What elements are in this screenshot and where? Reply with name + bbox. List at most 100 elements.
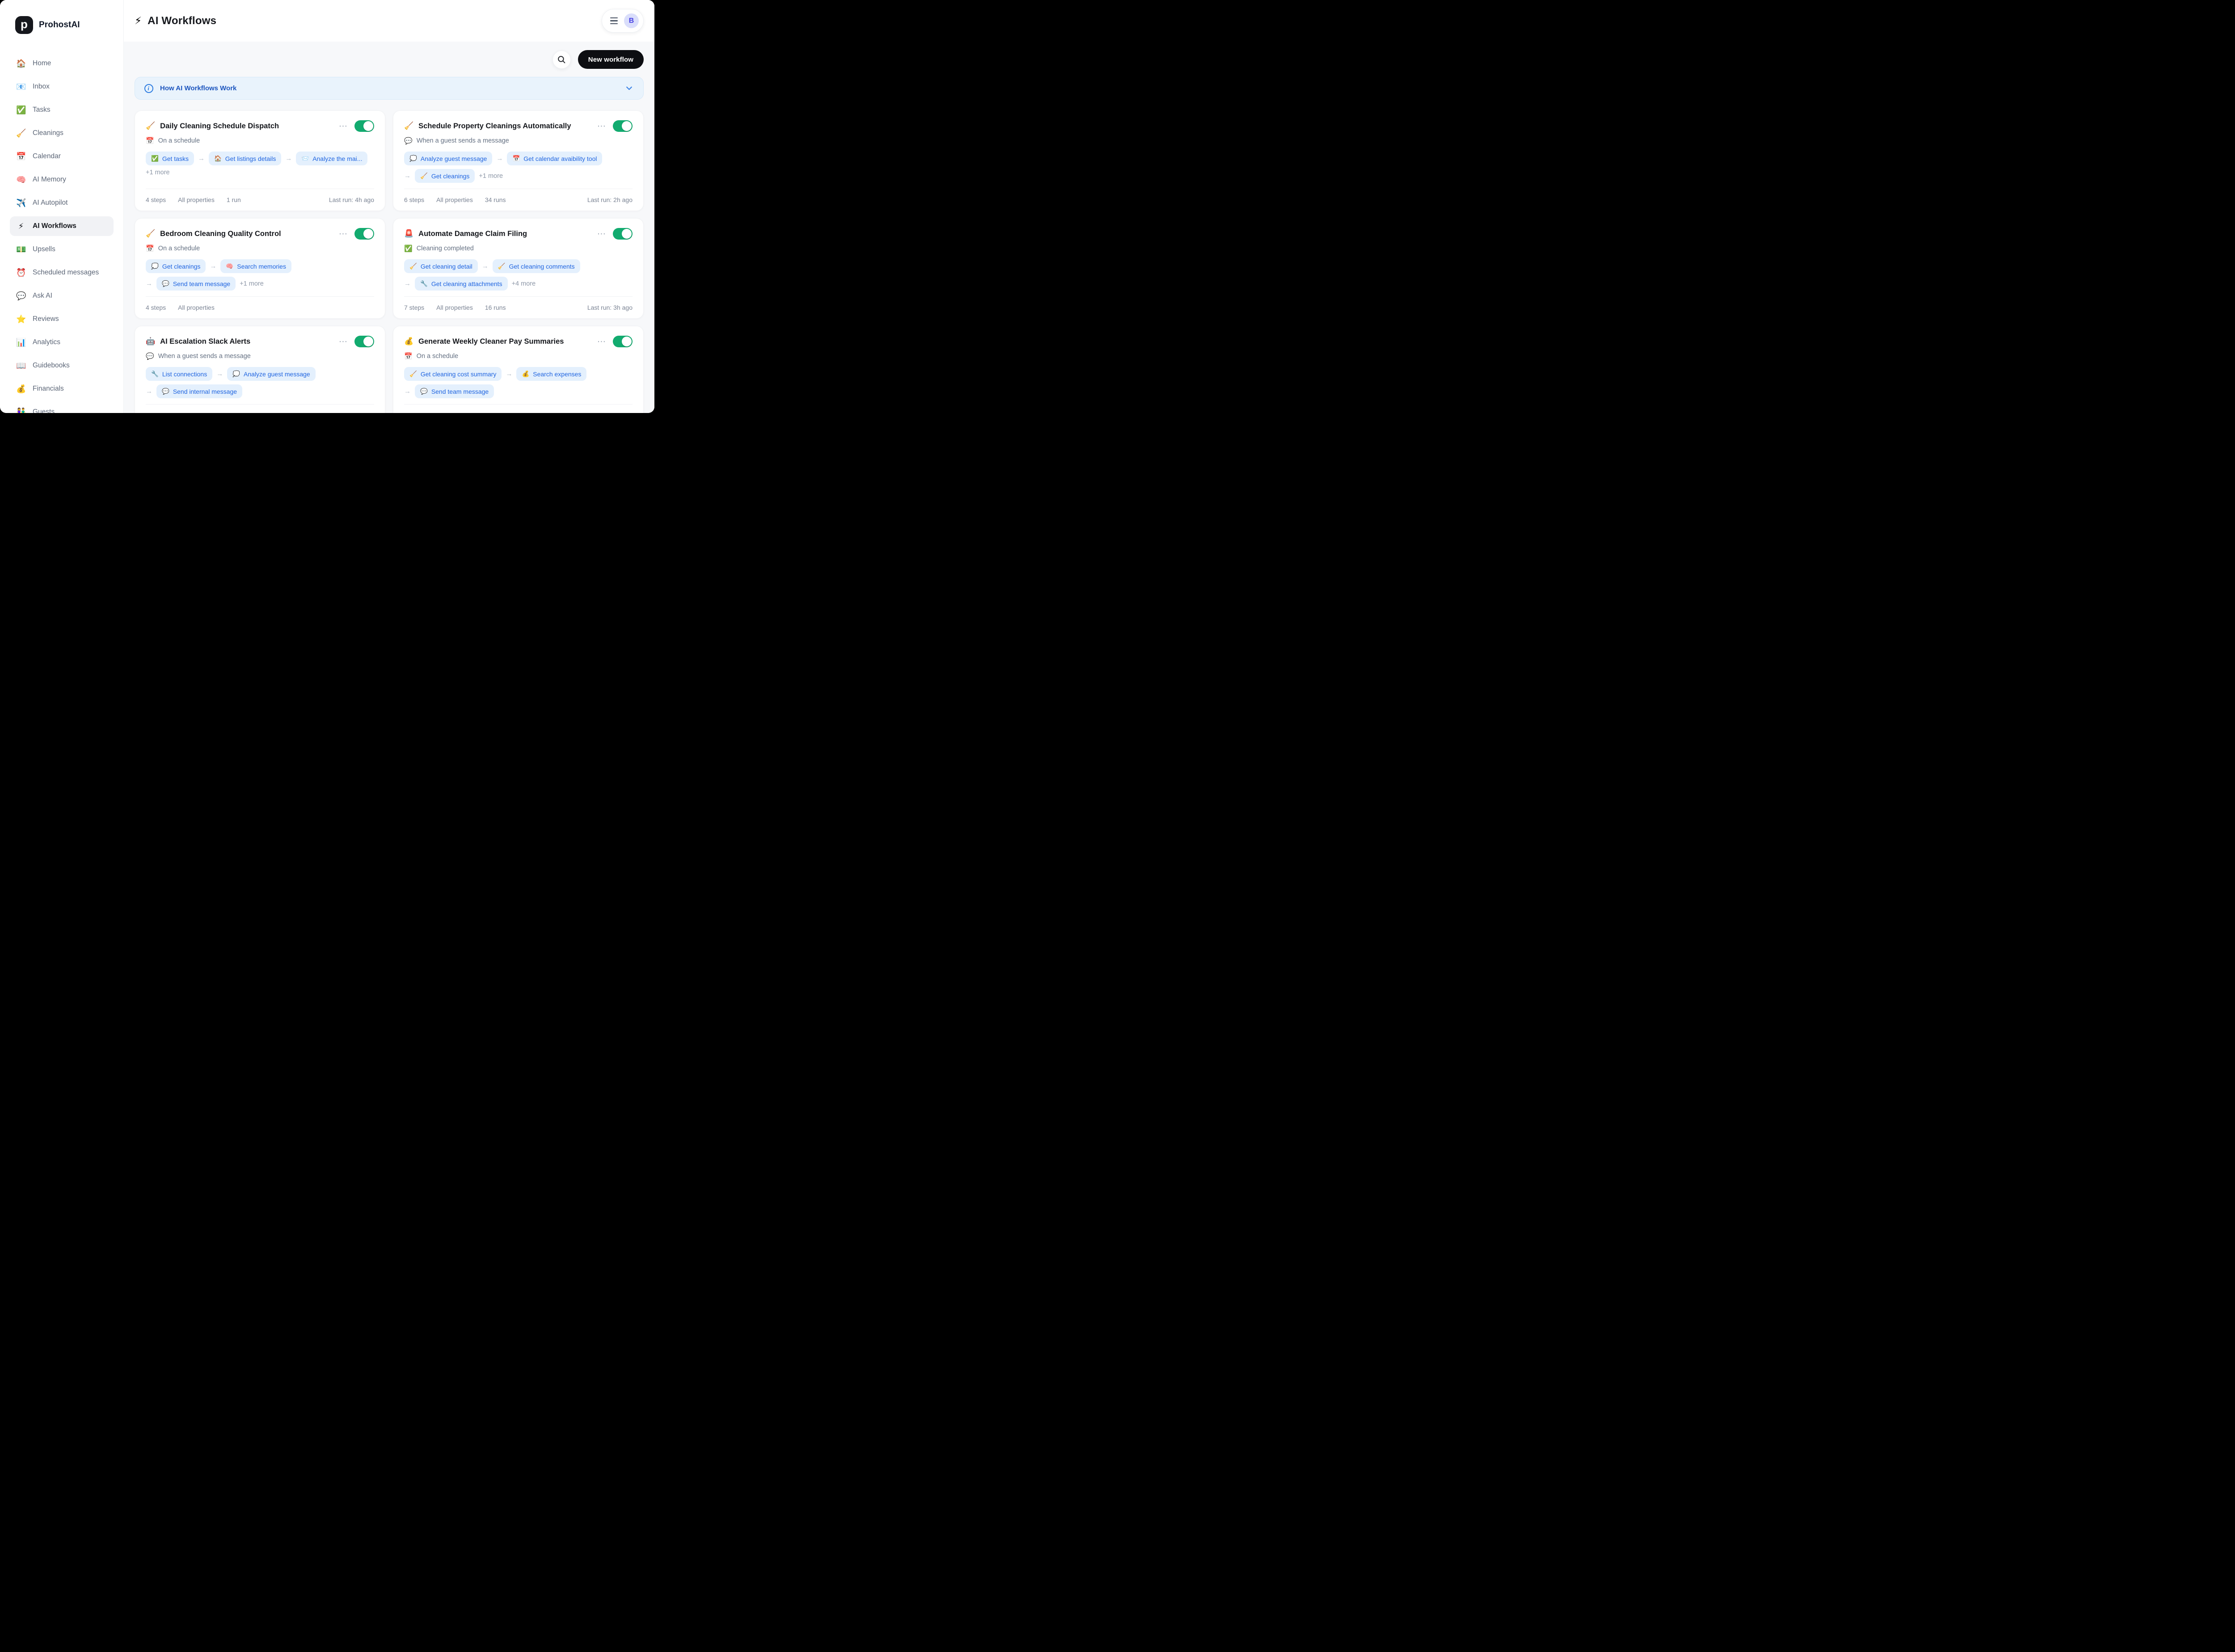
step-chip[interactable]: 🔧List connections (146, 367, 212, 381)
step-chip[interactable]: 🧹Get cleaning detail (404, 259, 478, 273)
sidebar-item-tasks[interactable]: ✅Tasks (10, 100, 114, 120)
card-menu-button[interactable]: ⋯ (596, 337, 608, 346)
sidebar-item-analytics[interactable]: 📊Analytics (10, 333, 114, 352)
financials-icon: 💰 (16, 384, 26, 394)
card-menu-button[interactable]: ⋯ (596, 122, 608, 131)
app-window: p ProhostAI 🏠Home📧Inbox✅Tasks🧹Cleanings📅… (0, 0, 654, 413)
workflow-toggle[interactable] (613, 336, 633, 347)
step-label: Get cleanings (162, 263, 201, 270)
step-chip[interactable]: 💰Search expenses (516, 367, 586, 381)
step-icon: 💭 (232, 371, 240, 378)
card-menu-button[interactable]: ⋯ (596, 230, 608, 238)
step-chip[interactable]: 💬Send team message (156, 277, 236, 291)
step-label: Search expenses (533, 371, 581, 378)
sidebar-item-upsells[interactable]: 💵Upsells (10, 240, 114, 259)
sidebar-item-label: Upsells (33, 245, 55, 253)
more-steps-label: +4 more (512, 280, 536, 287)
workflow-steps: 🧹Get cleaning detail→🧹Get cleaning comme… (404, 259, 633, 291)
step-chip[interactable]: ✅Get tasks (146, 152, 194, 165)
card-menu-button[interactable]: ⋯ (337, 337, 350, 346)
search-icon (557, 55, 566, 64)
step-chip[interactable]: 🧹Get cleaning cost summary (404, 367, 502, 381)
card-footer: 7 stepsAll properties16 runs Last run: 3… (404, 296, 633, 318)
sidebar-item-guidebooks[interactable]: 📖Guidebooks (10, 356, 114, 375)
sidebar-item-scheduled-messages[interactable]: ⏰Scheduled messages (10, 263, 114, 282)
trigger-icon: 📅 (146, 244, 154, 253)
step-label: Send team message (431, 388, 489, 395)
workflow-toggle[interactable] (354, 336, 374, 347)
step-chip[interactable]: 🧹Get cleaning comments (493, 259, 580, 273)
sidebar-item-ai-workflows[interactable]: ⚡AI Workflows (10, 216, 114, 236)
workflow-card: 🧹 Daily Cleaning Schedule Dispatch ⋯ 📅 O… (135, 110, 385, 211)
step-chip[interactable]: 💭Analyze guest message (404, 152, 492, 165)
new-workflow-button[interactable]: New workflow (578, 50, 644, 69)
step-label: List connections (162, 371, 207, 378)
sidebar: p ProhostAI 🏠Home 📧Inbox ✅Tasks 🧹Cleanings 📅… (0, 0, 124, 413)
step-chip[interactable]: 💬Send internal message (156, 384, 242, 398)
content-area: New workflow i How AI Workflows Work 🧹 D… (124, 42, 654, 413)
workflow-toggle[interactable] (613, 228, 633, 240)
sidebar-item-inbox[interactable]: 📧Inbox (10, 77, 114, 97)
step-label: Search memories (237, 263, 286, 270)
workflow-toggle[interactable] (613, 120, 633, 132)
app-logo: p ProhostAI (10, 16, 114, 34)
search-button[interactable] (552, 51, 571, 69)
sidebar-item-financials[interactable]: 💰 Financials (10, 379, 114, 399)
step-icon: 🧹 (409, 371, 417, 378)
workflow-emoji-icon: 💰 (404, 337, 413, 346)
sidebar-item-calendar[interactable]: 📅Calendar (10, 147, 114, 166)
meta-item: 34 runs (485, 196, 506, 203)
sidebar-item-ask-ai[interactable]: 💬Ask AI (10, 286, 114, 306)
last-run-label: Last run: 4h ago (329, 196, 374, 203)
workflow-trigger: 📅 On a schedule (146, 244, 374, 253)
sidebar-item-reviews[interactable]: ⭐Reviews (10, 309, 114, 329)
step-chip[interactable]: 📨Analyze the mai... (296, 152, 367, 165)
step-icon: 🧠 (226, 263, 233, 270)
step-chip[interactable]: 🏠Get listings details (209, 152, 281, 165)
workflow-toggle[interactable] (354, 228, 374, 240)
step-chip[interactable]: 🔧Get cleaning attachments (415, 277, 508, 291)
sidebar-item-ai-autopilot[interactable]: ✈️AI Autopilot (10, 193, 114, 213)
meta-item: All properties (178, 304, 215, 311)
more-steps-label: +1 more (240, 280, 264, 287)
meta-item: All properties (178, 412, 215, 413)
trigger-text: When a guest sends a message (158, 353, 251, 360)
sidebar-item-label: Guests (33, 408, 55, 413)
sidebar-item-cleanings[interactable]: 🧹Cleanings (10, 123, 114, 143)
step-icon: 📅 (512, 155, 520, 162)
logo-mark-icon: p (15, 16, 33, 34)
more-steps-label: +1 more (479, 173, 503, 180)
step-chip[interactable]: 💬Send team message (415, 384, 494, 398)
step-chip[interactable]: 🧹Get cleanings (415, 169, 475, 183)
ai-memory-icon: 🧠 (16, 175, 26, 185)
info-icon: i (144, 84, 153, 93)
card-meta: 6 stepsAll properties34 runs (404, 196, 506, 203)
page-title-text: AI Workflows (148, 15, 216, 27)
how-it-works-banner[interactable]: i How AI Workflows Work (135, 77, 644, 100)
user-menu-button[interactable]: B (602, 9, 644, 33)
sidebar-item-label: Cleanings (33, 129, 63, 137)
step-chip[interactable]: 💭Get cleanings (146, 259, 206, 273)
step-icon: 🧹 (409, 263, 417, 270)
sidebar-item-label: AI Autopilot (33, 199, 67, 207)
meta-item: 275 runs (227, 412, 251, 413)
sidebar-item-label: Reviews (33, 315, 59, 323)
step-chip[interactable]: 📅Get calendar avaibility tool (507, 152, 602, 165)
sidebar-item-ai-memory[interactable]: 🧠AI Memory (10, 170, 114, 190)
workflow-card: 🧹 Bedroom Cleaning Quality Control ⋯ 📅 O… (135, 218, 385, 319)
sidebar-item-label: Financials (33, 385, 64, 393)
step-icon: ✅ (151, 155, 159, 162)
card-footer: 3 stepsAll properties3 runs Last run: 4h… (404, 404, 633, 413)
step-label: Analyze guest message (244, 371, 310, 378)
step-chip[interactable]: 💭 Analyze guest message (227, 367, 315, 381)
card-menu-button[interactable]: ⋯ (337, 230, 350, 238)
step-icon: 🧹 (498, 263, 506, 270)
trigger-icon: 📅 (146, 137, 154, 145)
sidebar-item-label: Home (33, 59, 51, 67)
workflow-toggle[interactable] (354, 120, 374, 132)
sidebar-item-guests[interactable]: 👫Guests (10, 402, 114, 413)
sidebar-item-home[interactable]: 🏠Home (10, 54, 114, 73)
ai-workflows-icon: ⚡ (16, 222, 26, 231)
card-menu-button[interactable]: ⋯ (337, 122, 350, 131)
step-chip[interactable]: 🧠 Search memories (220, 259, 291, 273)
